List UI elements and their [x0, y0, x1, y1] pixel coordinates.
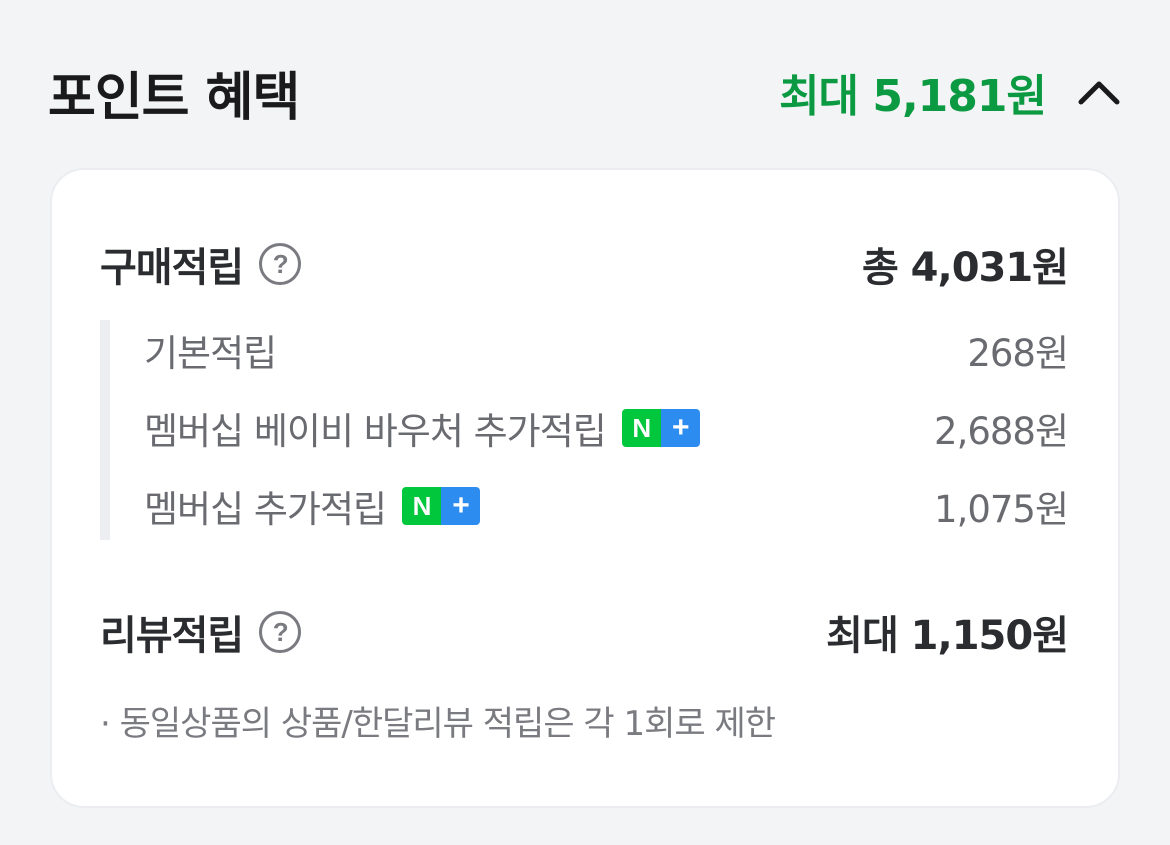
question-circle-icon[interactable]: ? [259, 243, 302, 285]
review-note: · 동일상품의 상품/한달리뷰 적립은 각 1회로 제한 [100, 704, 776, 744]
breakdown-label: 멤버십 추가적립 [144, 488, 387, 531]
list-item: 멤버십 추가적립 N + 1,075원 [144, 478, 1069, 534]
purchase-points-label: 구매적립 [100, 245, 244, 291]
header-right: 최대 5,181원 [779, 60, 1124, 124]
max-points-amount: 최대 5,181원 [779, 71, 1047, 122]
naver-plus-badge: N + [402, 487, 481, 525]
purchase-points-breakdown: 기본적립 268원 멤버십 베이비 바우처 추가적립 N + 2,688원 멤버… [100, 320, 1069, 540]
section-title: 포인트 혜택 [48, 67, 300, 128]
point-benefit-header[interactable]: 포인트 혜택 최대 5,181원 [48, 52, 1124, 132]
breakdown-label: 멤버십 베이비 바우처 추가적립 [144, 410, 607, 453]
list-item: 멤버십 베이비 바우처 추가적립 N + 2,688원 [144, 400, 1069, 456]
list-item: 기본적립 268원 [144, 322, 1069, 378]
breakdown-value: 1,075원 [934, 488, 1069, 531]
badge-n: N [402, 487, 442, 525]
question-circle-icon[interactable]: ? [259, 611, 302, 653]
chevron-up-icon[interactable] [1076, 69, 1122, 115]
purchase-points-total: 총 4,031원 [861, 245, 1069, 291]
badge-n: N [621, 409, 661, 447]
review-points-total: 최대 1,150원 [826, 613, 1069, 659]
badge-plus: + [660, 409, 700, 447]
naver-plus-badge: N + [621, 409, 700, 447]
breakdown-label: 기본적립 [144, 332, 277, 375]
review-points-label: 리뷰적립 [100, 613, 244, 659]
points-card: 구매적립 ? 총 4,031원 기본적립 268원 멤버십 베이비 바우처 추가… [50, 168, 1120, 808]
purchase-points-row: 구매적립 ? 총 4,031원 [100, 234, 1069, 294]
review-points-row: 리뷰적립 ? 최대 1,150원 [100, 602, 1069, 662]
breakdown-value: 2,688원 [934, 410, 1069, 453]
badge-plus: + [441, 487, 481, 525]
breakdown-value: 268원 [967, 332, 1069, 375]
